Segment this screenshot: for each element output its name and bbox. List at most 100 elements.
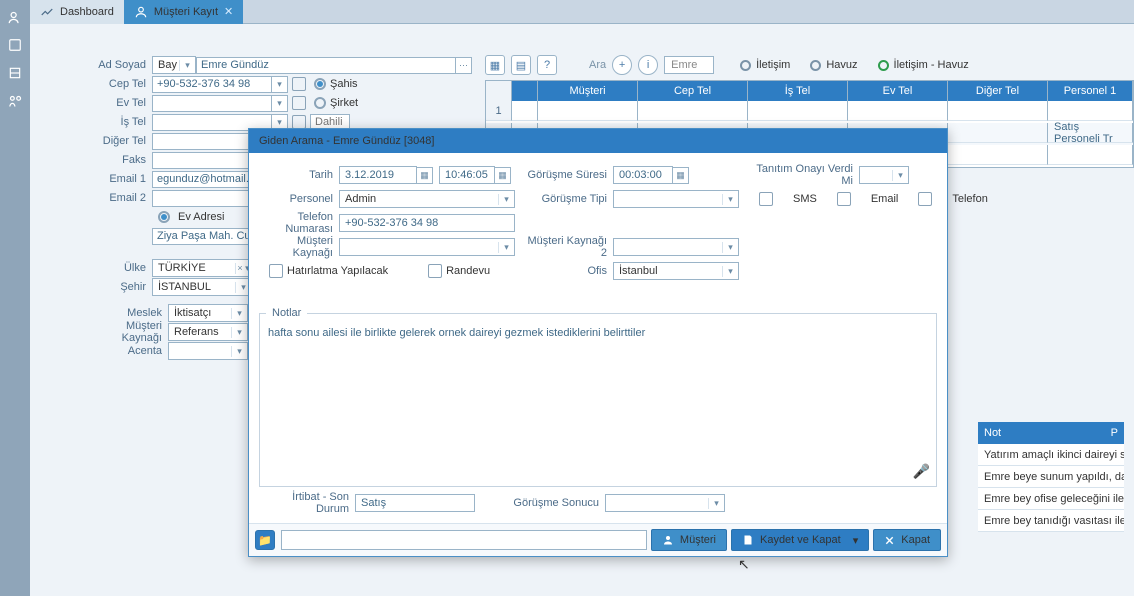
select-mk[interactable]: Referans▾ <box>168 323 248 341</box>
checkbox-hatirlatma[interactable] <box>269 264 283 278</box>
calendar-icon[interactable]: ▦ <box>417 167 433 184</box>
select-personel[interactable]: Admin▾ <box>339 190 515 208</box>
label-personel: Personel <box>259 193 339 205</box>
radio-sahis[interactable] <box>314 78 326 90</box>
musteri-button[interactable]: Müşteri <box>651 529 727 551</box>
checkbox-randevu[interactable] <box>428 264 442 278</box>
input-telno[interactable] <box>339 214 515 232</box>
grid-header: Müşteri Cep Tel İş Tel Ev Tel Diğer Tel … <box>486 81 1133 101</box>
sidebar-icon-2[interactable] <box>2 34 28 56</box>
select-ofis[interactable]: İstanbul▾ <box>613 262 739 280</box>
label-sirket: Şirket <box>330 97 358 109</box>
label-hatirlatma: Hatırlatma Yapılacak <box>287 265 388 277</box>
filter-havuz[interactable]: Havuz <box>810 59 857 71</box>
checkbox-telefon[interactable] <box>918 192 932 206</box>
input-tarih[interactable] <box>339 166 417 184</box>
label-meslek: Meslek <box>90 307 168 319</box>
kapat-button[interactable]: Kapat <box>873 529 941 551</box>
select-gsonuc[interactable]: ▾ <box>605 494 725 512</box>
checkbox-sms[interactable] <box>759 192 773 206</box>
left-sidebar <box>0 0 30 596</box>
label-istel: İş Tel <box>90 116 152 128</box>
label-ofis: Ofis <box>525 265 613 277</box>
notes-row[interactable]: Emre bey ofise geleceğini iletmişti teyi… <box>978 488 1124 510</box>
select-sehir[interactable]: İSTANBUL▾ <box>152 278 252 296</box>
label-telefon: Telefon <box>952 193 987 205</box>
close-icon[interactable]: ✕ <box>224 5 233 18</box>
input-gsuresi[interactable] <box>613 166 673 184</box>
label-randevu: Randevu <box>446 265 490 277</box>
cursor-icon: ↖ <box>738 556 750 573</box>
label-sahis: Şahis <box>330 78 358 90</box>
call-modal: Giden Arama - Emre Gündüz [3048] Tarih ▦… <box>248 128 948 557</box>
select-ulke[interactable]: TÜRKİYE× ▾ <box>152 259 252 277</box>
help-icon[interactable]: ? <box>537 55 557 75</box>
select-mk-modal[interactable]: ▾ <box>339 238 515 256</box>
sidebar-icon-4[interactable] <box>2 90 28 112</box>
notes-row[interactable]: Yatırım amaçlı ikinci daireyi sayın aldı… <box>978 444 1124 466</box>
mic-icon[interactable]: 🎤 <box>913 463 930 480</box>
label-cep: Cep Tel <box>90 78 152 90</box>
modal-footer: 📁 Müşteri Kaydet ve Kapat▾ Kapat <box>249 523 947 556</box>
notes-header-p: P <box>1105 427 1124 439</box>
textarea-notes[interactable] <box>266 325 930 485</box>
checkbox-email[interactable] <box>837 192 851 206</box>
select-gtipi[interactable]: ▾ <box>613 190 739 208</box>
input-irtibat[interactable] <box>355 494 475 512</box>
chart-icon <box>40 5 54 19</box>
label-faks: Faks <box>90 154 152 166</box>
label-evadresi: Ev Adresi <box>178 211 224 223</box>
input-evtel[interactable] <box>152 95 272 112</box>
label-sehir: Şehir <box>90 281 152 293</box>
select-bay[interactable]: Bay▾ <box>152 56 196 74</box>
label-email2: Email 2 <box>90 192 152 204</box>
table-row[interactable]: 1 <box>486 101 1133 123</box>
add-icon[interactable]: + <box>612 55 632 75</box>
select-meslek[interactable]: İktisatçı▾ <box>168 304 248 322</box>
footer-input[interactable] <box>281 530 647 550</box>
radio-evadresi[interactable] <box>158 211 170 223</box>
caret-icon[interactable]: ▾ <box>272 76 288 93</box>
search-input[interactable] <box>664 56 714 74</box>
sidebar-icon-1[interactable] <box>2 6 28 28</box>
label-tov: Tanıtım Onayı Verdi Mi <box>749 163 859 187</box>
label-irtibat: İrtibat - Son Durum <box>259 491 355 515</box>
tab-dashboard-label: Dashboard <box>60 6 114 18</box>
notes-row[interactable]: Emre bey tanıdığı vasıtası ile bizi arad… <box>978 510 1124 532</box>
label-mk: Müşteri Kaynağı <box>90 320 168 344</box>
checkbox-cep[interactable] <box>292 77 306 91</box>
input-saat[interactable] <box>439 166 495 184</box>
sidebar-icon-3[interactable] <box>2 62 28 84</box>
radio-sirket[interactable] <box>314 97 326 109</box>
tab-musteri-kayit[interactable]: Müşteri Kayıt ✕ <box>124 0 243 24</box>
checkbox-ev[interactable] <box>292 96 306 110</box>
modal-title: Giden Arama - Emre Gündüz [3048] <box>249 129 947 153</box>
label-sms: SMS <box>793 193 817 205</box>
filter-iletisim-havuz[interactable]: İletişim - Havuz <box>878 59 969 71</box>
info-icon[interactable]: i <box>638 55 658 75</box>
label-ara: Ara <box>589 59 606 71</box>
user-icon <box>134 5 148 19</box>
label-mk-modal: Müşteri Kaynağı <box>259 235 339 259</box>
input-cep[interactable] <box>152 76 272 93</box>
notes-row[interactable]: Emre beye sunum yapıldı, daire satışı k.… <box>978 466 1124 488</box>
select-acenta[interactable]: ▾ <box>168 342 248 360</box>
label-notlar: Notlar <box>266 307 307 319</box>
grid-icon-2[interactable]: ▤ <box>511 55 531 75</box>
notes-fieldset: Notlar 🎤 <box>259 307 937 487</box>
kaydet-button[interactable]: Kaydet ve Kapat▾ <box>731 529 869 551</box>
tab-bar: Dashboard Müşteri Kayıt ✕ <box>30 0 1134 24</box>
select-mk2[interactable]: ▾ <box>613 238 739 256</box>
dots-icon[interactable]: ⋯ <box>456 57 472 74</box>
clock-icon[interactable]: ▦ <box>495 167 511 184</box>
grid-icon-1[interactable]: ▦ <box>485 55 505 75</box>
input-adsoyad[interactable] <box>196 57 456 74</box>
tab-dashboard[interactable]: Dashboard <box>30 0 124 24</box>
label-email1: Email 1 <box>90 173 152 185</box>
filter-iletisim[interactable]: İletişim <box>740 59 790 71</box>
folder-icon[interactable]: 📁 <box>255 530 275 550</box>
label-gsuresi: Görüşme Süresi <box>525 169 613 181</box>
label-evtel: Ev Tel <box>90 97 152 109</box>
label-gsonuc: Görüşme Sonucu <box>505 497 605 509</box>
select-tov[interactable]: ▾ <box>859 166 909 184</box>
